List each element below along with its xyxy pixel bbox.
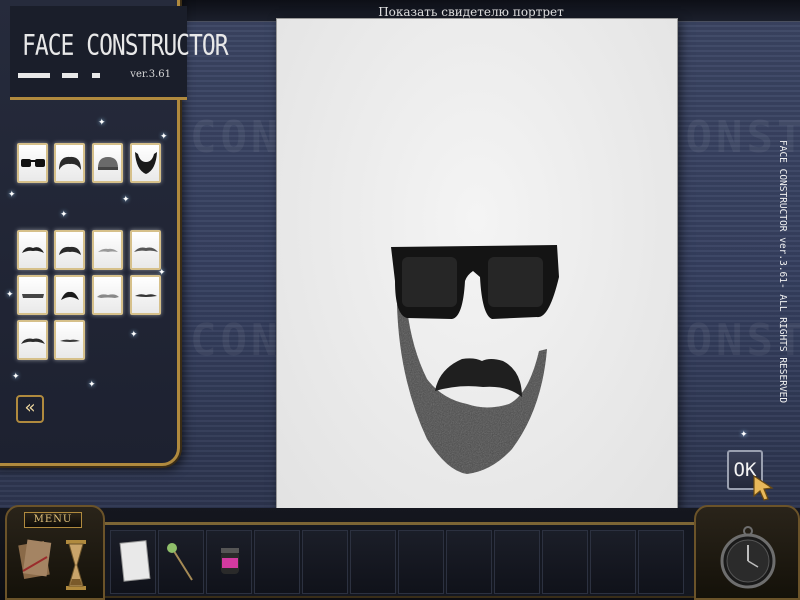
feature-thumb-mustache[interactable] bbox=[17, 320, 48, 360]
game-scene: CONSTRUCTOR CONSTRUCTOR CONSTRUCTOR CONS… bbox=[0, 0, 800, 600]
inventory-slot[interactable] bbox=[638, 530, 684, 594]
feature-thumb-cap[interactable] bbox=[92, 143, 123, 183]
mustache-6-icon bbox=[60, 291, 79, 300]
portrait-drawing bbox=[391, 245, 559, 474]
sparkle-effect: ✦ bbox=[6, 290, 14, 300]
mustache-7-icon bbox=[96, 294, 119, 298]
paper-sheet-icon bbox=[119, 540, 151, 582]
inventory-slot[interactable] bbox=[590, 530, 636, 594]
mustache-9-icon bbox=[20, 338, 45, 344]
inventory-slot[interactable] bbox=[158, 530, 204, 594]
cap-icon bbox=[97, 157, 118, 170]
copyright-text: FACE CONSTRUCTOR ver.3.61- ALL RIGHTS RE… bbox=[777, 140, 788, 404]
feature-thumb-mustache[interactable] bbox=[17, 230, 48, 270]
title-block: FACE CONSTRUCTOR ver.3.61 bbox=[10, 6, 229, 100]
sparkle-effect: ✦ bbox=[12, 372, 20, 382]
back-button[interactable]: « bbox=[16, 395, 44, 423]
feature-thumb-mustache[interactable] bbox=[92, 275, 123, 315]
inventory-slot[interactable] bbox=[542, 530, 588, 594]
mustache-4-icon bbox=[133, 247, 158, 252]
mustache-drawing bbox=[435, 358, 522, 397]
feature-thumb-sunglasses[interactable] bbox=[17, 143, 48, 183]
feature-thumb-mustache[interactable] bbox=[130, 230, 161, 270]
inventory-slot[interactable] bbox=[494, 530, 540, 594]
clock-block bbox=[694, 505, 800, 600]
sparkle-effect: ✦ bbox=[740, 430, 748, 440]
feature-thumb-beard[interactable] bbox=[130, 143, 161, 183]
hair-icon bbox=[58, 156, 81, 170]
pocket-watch-icon[interactable] bbox=[718, 521, 778, 593]
hourglass-icon[interactable] bbox=[65, 539, 87, 591]
feature-thumb-mustache[interactable] bbox=[130, 275, 161, 315]
flower-icon bbox=[167, 543, 193, 581]
inventory-slot[interactable] bbox=[302, 530, 348, 594]
inventory-slot[interactable] bbox=[398, 530, 444, 594]
journal-icon[interactable] bbox=[17, 537, 53, 583]
beard-drawing bbox=[397, 304, 547, 474]
feature-thumb-mustache[interactable] bbox=[54, 320, 85, 360]
mustache-5-icon bbox=[21, 294, 44, 298]
cursor-arrow-icon bbox=[753, 474, 774, 501]
inventory-slot[interactable] bbox=[350, 530, 396, 594]
feature-thumb-mustache[interactable] bbox=[92, 230, 123, 270]
mustache-10-icon bbox=[59, 339, 80, 342]
mustache-3-icon bbox=[97, 248, 118, 252]
app-title: FACE CONSTRUCTOR bbox=[22, 30, 229, 63]
inventory-slot[interactable] bbox=[110, 530, 156, 594]
jar-icon bbox=[221, 548, 239, 574]
instruction-caption: Показать свидетелю портрет bbox=[378, 5, 564, 19]
sparkle-effect: ✦ bbox=[88, 380, 96, 390]
menu-button[interactable]: MENU bbox=[24, 512, 82, 528]
inventory-slot[interactable] bbox=[206, 530, 252, 594]
version-label: ver.3.61 bbox=[130, 69, 171, 80]
sunglasses-drawing bbox=[391, 245, 559, 319]
title-underline bbox=[92, 73, 100, 78]
sparkle-effect: ✦ bbox=[98, 118, 106, 128]
feature-thumb-hair[interactable] bbox=[54, 143, 85, 183]
mustache-8-icon bbox=[134, 294, 157, 297]
sunglasses-icon bbox=[20, 159, 45, 167]
sparkle-effect: ✦ bbox=[60, 210, 68, 220]
mustache-1-icon bbox=[21, 247, 44, 253]
sparkle-effect: ✦ bbox=[122, 195, 130, 205]
feature-thumb-mustache[interactable] bbox=[54, 230, 85, 270]
title-underline bbox=[62, 73, 78, 78]
portrait-paper bbox=[276, 18, 678, 518]
inventory-slot[interactable] bbox=[446, 530, 492, 594]
title-underline bbox=[18, 73, 50, 78]
beard-icon bbox=[134, 152, 157, 174]
mustache-2-icon bbox=[58, 246, 81, 255]
sparkle-effect: ✦ bbox=[160, 132, 168, 142]
feature-thumb-mustache[interactable] bbox=[17, 275, 48, 315]
sparkle-effect: ✦ bbox=[8, 190, 16, 200]
feature-thumb-mustache[interactable] bbox=[54, 275, 85, 315]
sparkle-effect: ✦ bbox=[130, 330, 138, 340]
inventory-slot[interactable] bbox=[254, 530, 300, 594]
